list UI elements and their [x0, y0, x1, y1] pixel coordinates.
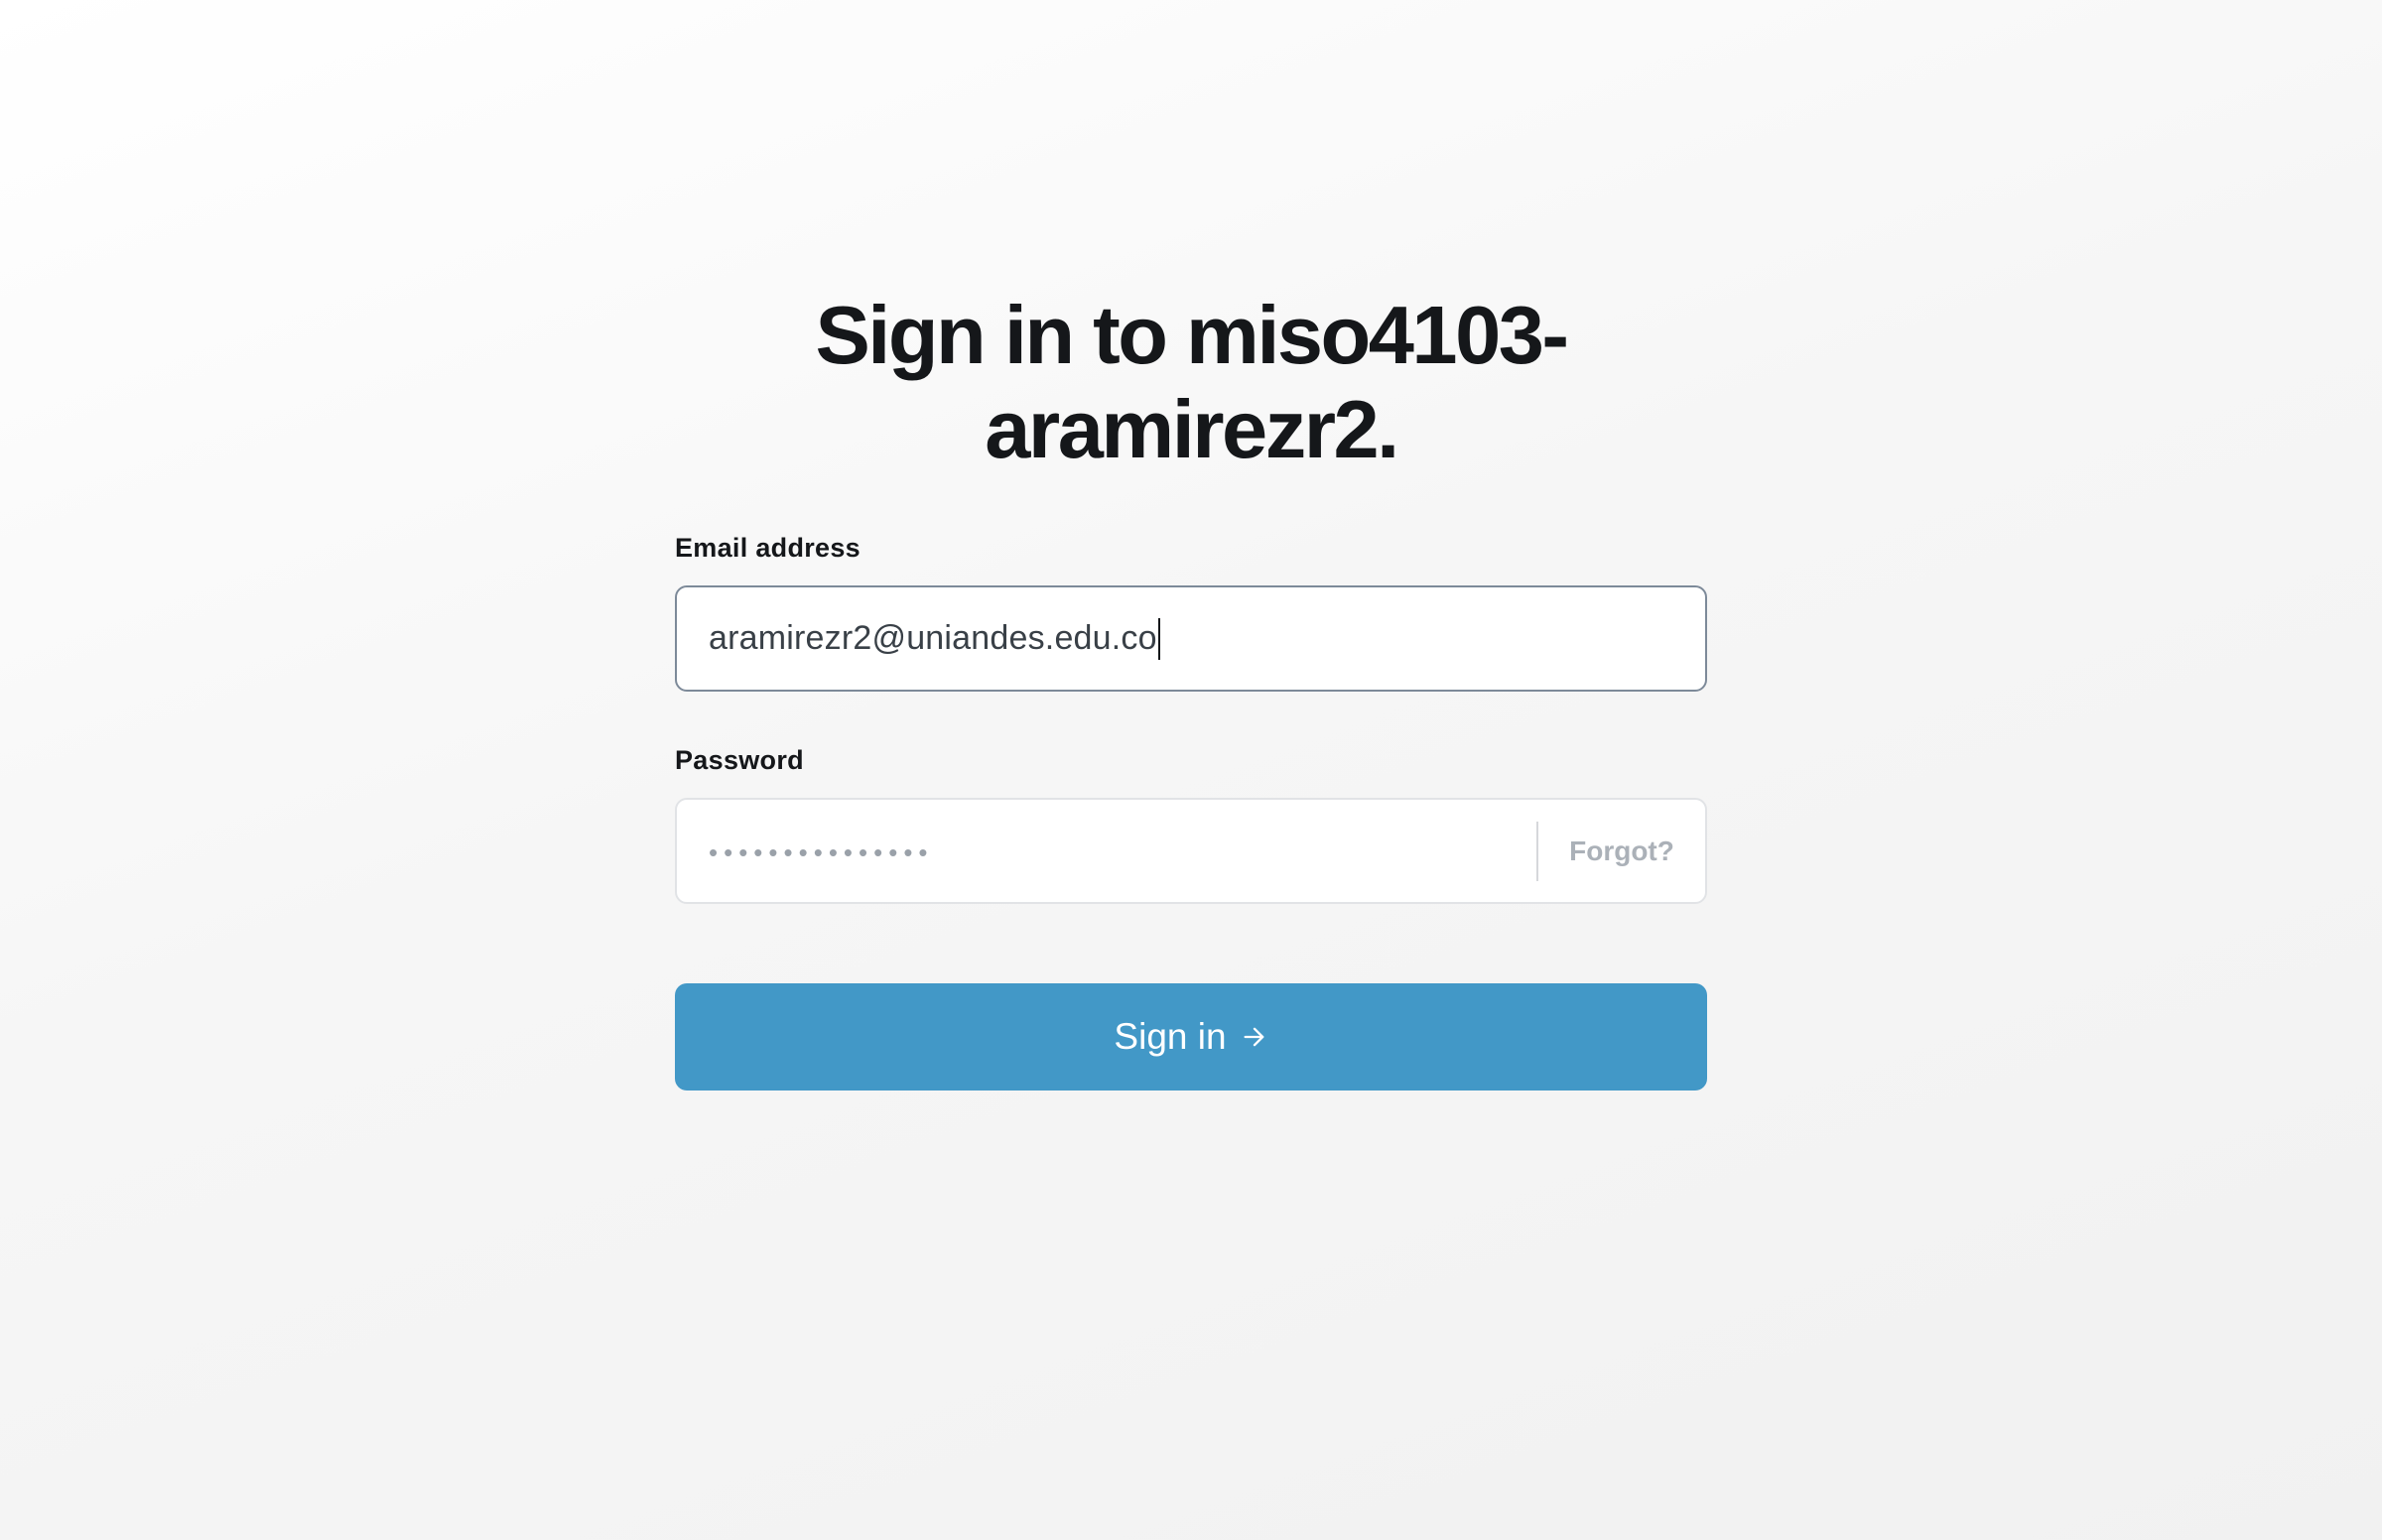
- password-masked-value[interactable]: •••••••••••••••: [709, 834, 1536, 868]
- sign-in-button-label: Sign in: [1114, 1016, 1227, 1057]
- signin-form-container: Sign in to miso4103-aramirezr2. Email ad…: [675, 288, 1707, 1091]
- email-value-text: aramirezr2@uniandes.edu.co: [709, 619, 1157, 657]
- email-field[interactable]: aramirezr2@uniandes.edu.co: [675, 585, 1707, 692]
- email-field-value[interactable]: aramirezr2@uniandes.edu.co: [709, 617, 1160, 660]
- password-label: Password: [675, 745, 804, 775]
- arrow-right-icon: [1241, 1023, 1268, 1051]
- page-title: Sign in to miso4103-aramirezr2.: [815, 289, 1569, 475]
- text-cursor: [1157, 617, 1160, 660]
- forgot-password-link[interactable]: Forgot?: [1538, 835, 1705, 867]
- password-field[interactable]: ••••••••••••••• Forgot?: [675, 798, 1707, 904]
- sign-in-button[interactable]: Sign in: [675, 983, 1707, 1091]
- email-label: Email address: [675, 533, 860, 563]
